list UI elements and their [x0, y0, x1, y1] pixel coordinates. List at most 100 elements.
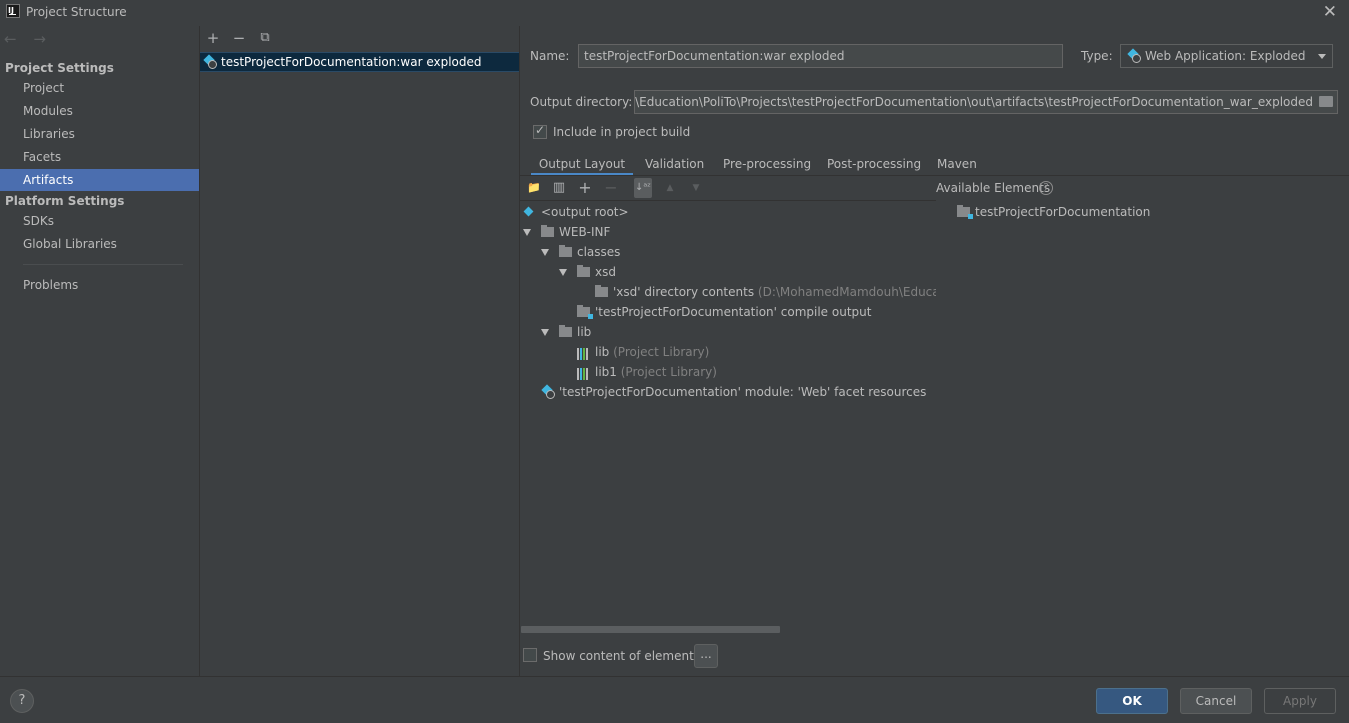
- section-project-settings: Project Settings: [5, 61, 114, 75]
- nav-item-global-libraries[interactable]: Global Libraries: [0, 233, 199, 255]
- new-directory-button[interactable]: 📁: [525, 178, 543, 198]
- output-directory-value: Mamdouh\Education\PoliTo\Projects\testPr…: [634, 95, 1313, 109]
- tree-classes[interactable]: classes: [541, 242, 620, 262]
- nav-item-facets[interactable]: Facets: [0, 146, 199, 168]
- output-root-icon: [523, 206, 535, 218]
- tree-compile-output[interactable]: 'testProjectForDocumentation' compile ou…: [577, 302, 871, 322]
- show-content-checkbox[interactable]: [523, 648, 537, 662]
- tree-label: lib: [577, 325, 592, 339]
- show-content-options-button[interactable]: ...: [694, 644, 718, 668]
- module-output-icon: [577, 305, 593, 319]
- artifact-list-item[interactable]: testProjectForDocumentation:war exploded: [200, 52, 519, 72]
- expand-triangle-icon[interactable]: [523, 229, 531, 236]
- copy-artifact-button[interactable]: ⧉: [256, 29, 274, 47]
- add-artifact-button[interactable]: +: [204, 29, 222, 47]
- tree-lib-entry[interactable]: lib (Project Library): [577, 342, 709, 362]
- tree-facet-resources[interactable]: 'testProjectForDocumentation' module: 'W…: [541, 382, 926, 402]
- artifact-label: testProjectForDocumentation:war exploded: [221, 55, 482, 69]
- expand-triangle-icon[interactable]: [541, 329, 549, 336]
- tree-label: 'testProjectForDocumentation' module: 'W…: [559, 385, 927, 399]
- tree-label: lib: [595, 345, 610, 359]
- nav-item-sdks[interactable]: SDKs: [0, 210, 199, 232]
- create-archive-button[interactable]: ▥: [550, 178, 568, 198]
- tree-label: <output root>: [541, 205, 629, 219]
- library-kind: (Project Library): [620, 365, 717, 379]
- toolbar-divider: [520, 200, 936, 201]
- back-forward-arrows-icon: ← →: [4, 30, 52, 48]
- move-down-button[interactable]: ▼: [687, 178, 705, 198]
- help-icon[interactable]: ?: [1039, 181, 1053, 195]
- module-icon: [957, 205, 973, 219]
- name-field[interactable]: testProjectForDocumentation:war exploded: [578, 44, 1063, 68]
- tree-label: testProjectForDocumentation: [975, 205, 1151, 219]
- tree-web-inf[interactable]: WEB-INF: [523, 222, 610, 242]
- tab-output-layout[interactable]: Output Layout: [531, 154, 633, 176]
- show-content-label: Show content of elements: [543, 649, 701, 663]
- tab-post-processing[interactable]: Post-processing: [827, 154, 921, 176]
- type-dropdown[interactable]: Web Application: Exploded: [1120, 44, 1333, 68]
- browse-folder-icon[interactable]: [1319, 96, 1333, 107]
- window-title: Project Structure: [26, 5, 127, 19]
- tree-lib1-entry[interactable]: lib1 (Project Library): [577, 362, 717, 382]
- section-platform-settings: Platform Settings: [5, 194, 125, 208]
- close-icon[interactable]: ✕: [1323, 2, 1337, 22]
- tab-validation[interactable]: Validation: [645, 154, 704, 176]
- web-app-icon: [1127, 49, 1141, 63]
- available-elements-title: Available Elements: [936, 181, 1051, 195]
- tree-path-hint: (D:\MohamedMamdouh\Education\I: [757, 285, 936, 299]
- nav-item-problems[interactable]: Problems: [0, 274, 199, 296]
- apply-button[interactable]: Apply: [1264, 688, 1336, 714]
- web-facet-icon: [541, 385, 555, 399]
- settings-nav: ← → Project Settings Project Modules Lib…: [0, 26, 199, 676]
- expand-triangle-icon[interactable]: [541, 249, 549, 256]
- sort-elements-button[interactable]: ↓ᵃᶻ: [634, 178, 652, 198]
- ok-button[interactable]: OK: [1096, 688, 1168, 714]
- nav-item-project[interactable]: Project: [0, 77, 199, 99]
- remove-element-button[interactable]: −: [602, 178, 620, 198]
- include-in-build-label: Include in project build: [553, 125, 691, 139]
- tree-label: 'testProjectForDocumentation' compile ou…: [595, 305, 872, 319]
- dialog-footer: ? OK Cancel Apply: [0, 676, 1349, 723]
- include-in-build-checkbox[interactable]: [533, 123, 547, 139]
- folder-icon: [559, 325, 572, 337]
- move-up-button[interactable]: ▲: [661, 178, 679, 198]
- output-directory-label: Output directory:: [530, 95, 633, 109]
- tree-label: 'xsd' directory contents: [613, 285, 755, 299]
- cancel-button[interactable]: Cancel: [1180, 688, 1252, 714]
- remove-artifact-button[interactable]: −: [230, 29, 248, 47]
- help-button[interactable]: ?: [10, 689, 34, 713]
- add-element-button[interactable]: +: [576, 178, 594, 198]
- expand-triangle-icon[interactable]: [559, 269, 567, 276]
- chevron-down-icon: [1318, 54, 1326, 59]
- title-bar: IJ Project Structure ✕: [0, 0, 1349, 26]
- nav-item-artifacts[interactable]: Artifacts: [0, 169, 199, 191]
- artifact-details: Name: testProjectForDocumentation:war ex…: [520, 26, 1349, 676]
- tab-maven[interactable]: Maven: [937, 154, 977, 176]
- available-element-item[interactable]: testProjectForDocumentation: [957, 202, 1150, 222]
- library-icon: [577, 346, 591, 360]
- tree-output-root[interactable]: <output root>: [523, 202, 629, 222]
- tree-xsd[interactable]: xsd: [559, 262, 616, 282]
- intellij-logo-icon: IJ: [6, 4, 20, 18]
- tab-pre-processing[interactable]: Pre-processing: [723, 154, 811, 176]
- tree-label: xsd: [595, 265, 616, 279]
- name-label: Name:: [530, 49, 570, 63]
- nav-item-libraries[interactable]: Libraries: [0, 123, 199, 145]
- output-directory-field[interactable]: Mamdouh\Education\PoliTo\Projects\testPr…: [634, 90, 1338, 114]
- folder-icon: [577, 265, 590, 277]
- folder-icon: [541, 225, 554, 237]
- nav-item-modules[interactable]: Modules: [0, 100, 199, 122]
- library-kind: (Project Library): [613, 345, 710, 359]
- tree-xsd-contents[interactable]: 'xsd' directory contents (D:\MohamedMamd…: [595, 282, 936, 302]
- directory-contents-icon: [595, 285, 608, 297]
- artifacts-list-panel: + − ⧉ testProjectForDocumentation:war ex…: [200, 26, 519, 676]
- horizontal-scrollbar[interactable]: [521, 626, 780, 633]
- tree-lib[interactable]: lib: [541, 322, 591, 342]
- tree-label: classes: [577, 245, 621, 259]
- tree-label: WEB-INF: [559, 225, 611, 239]
- nav-divider: [23, 264, 183, 265]
- web-artifact-icon: [203, 55, 217, 69]
- folder-icon: [559, 245, 572, 257]
- type-label: Type:: [1081, 49, 1113, 63]
- tree-label: lib1: [595, 365, 617, 379]
